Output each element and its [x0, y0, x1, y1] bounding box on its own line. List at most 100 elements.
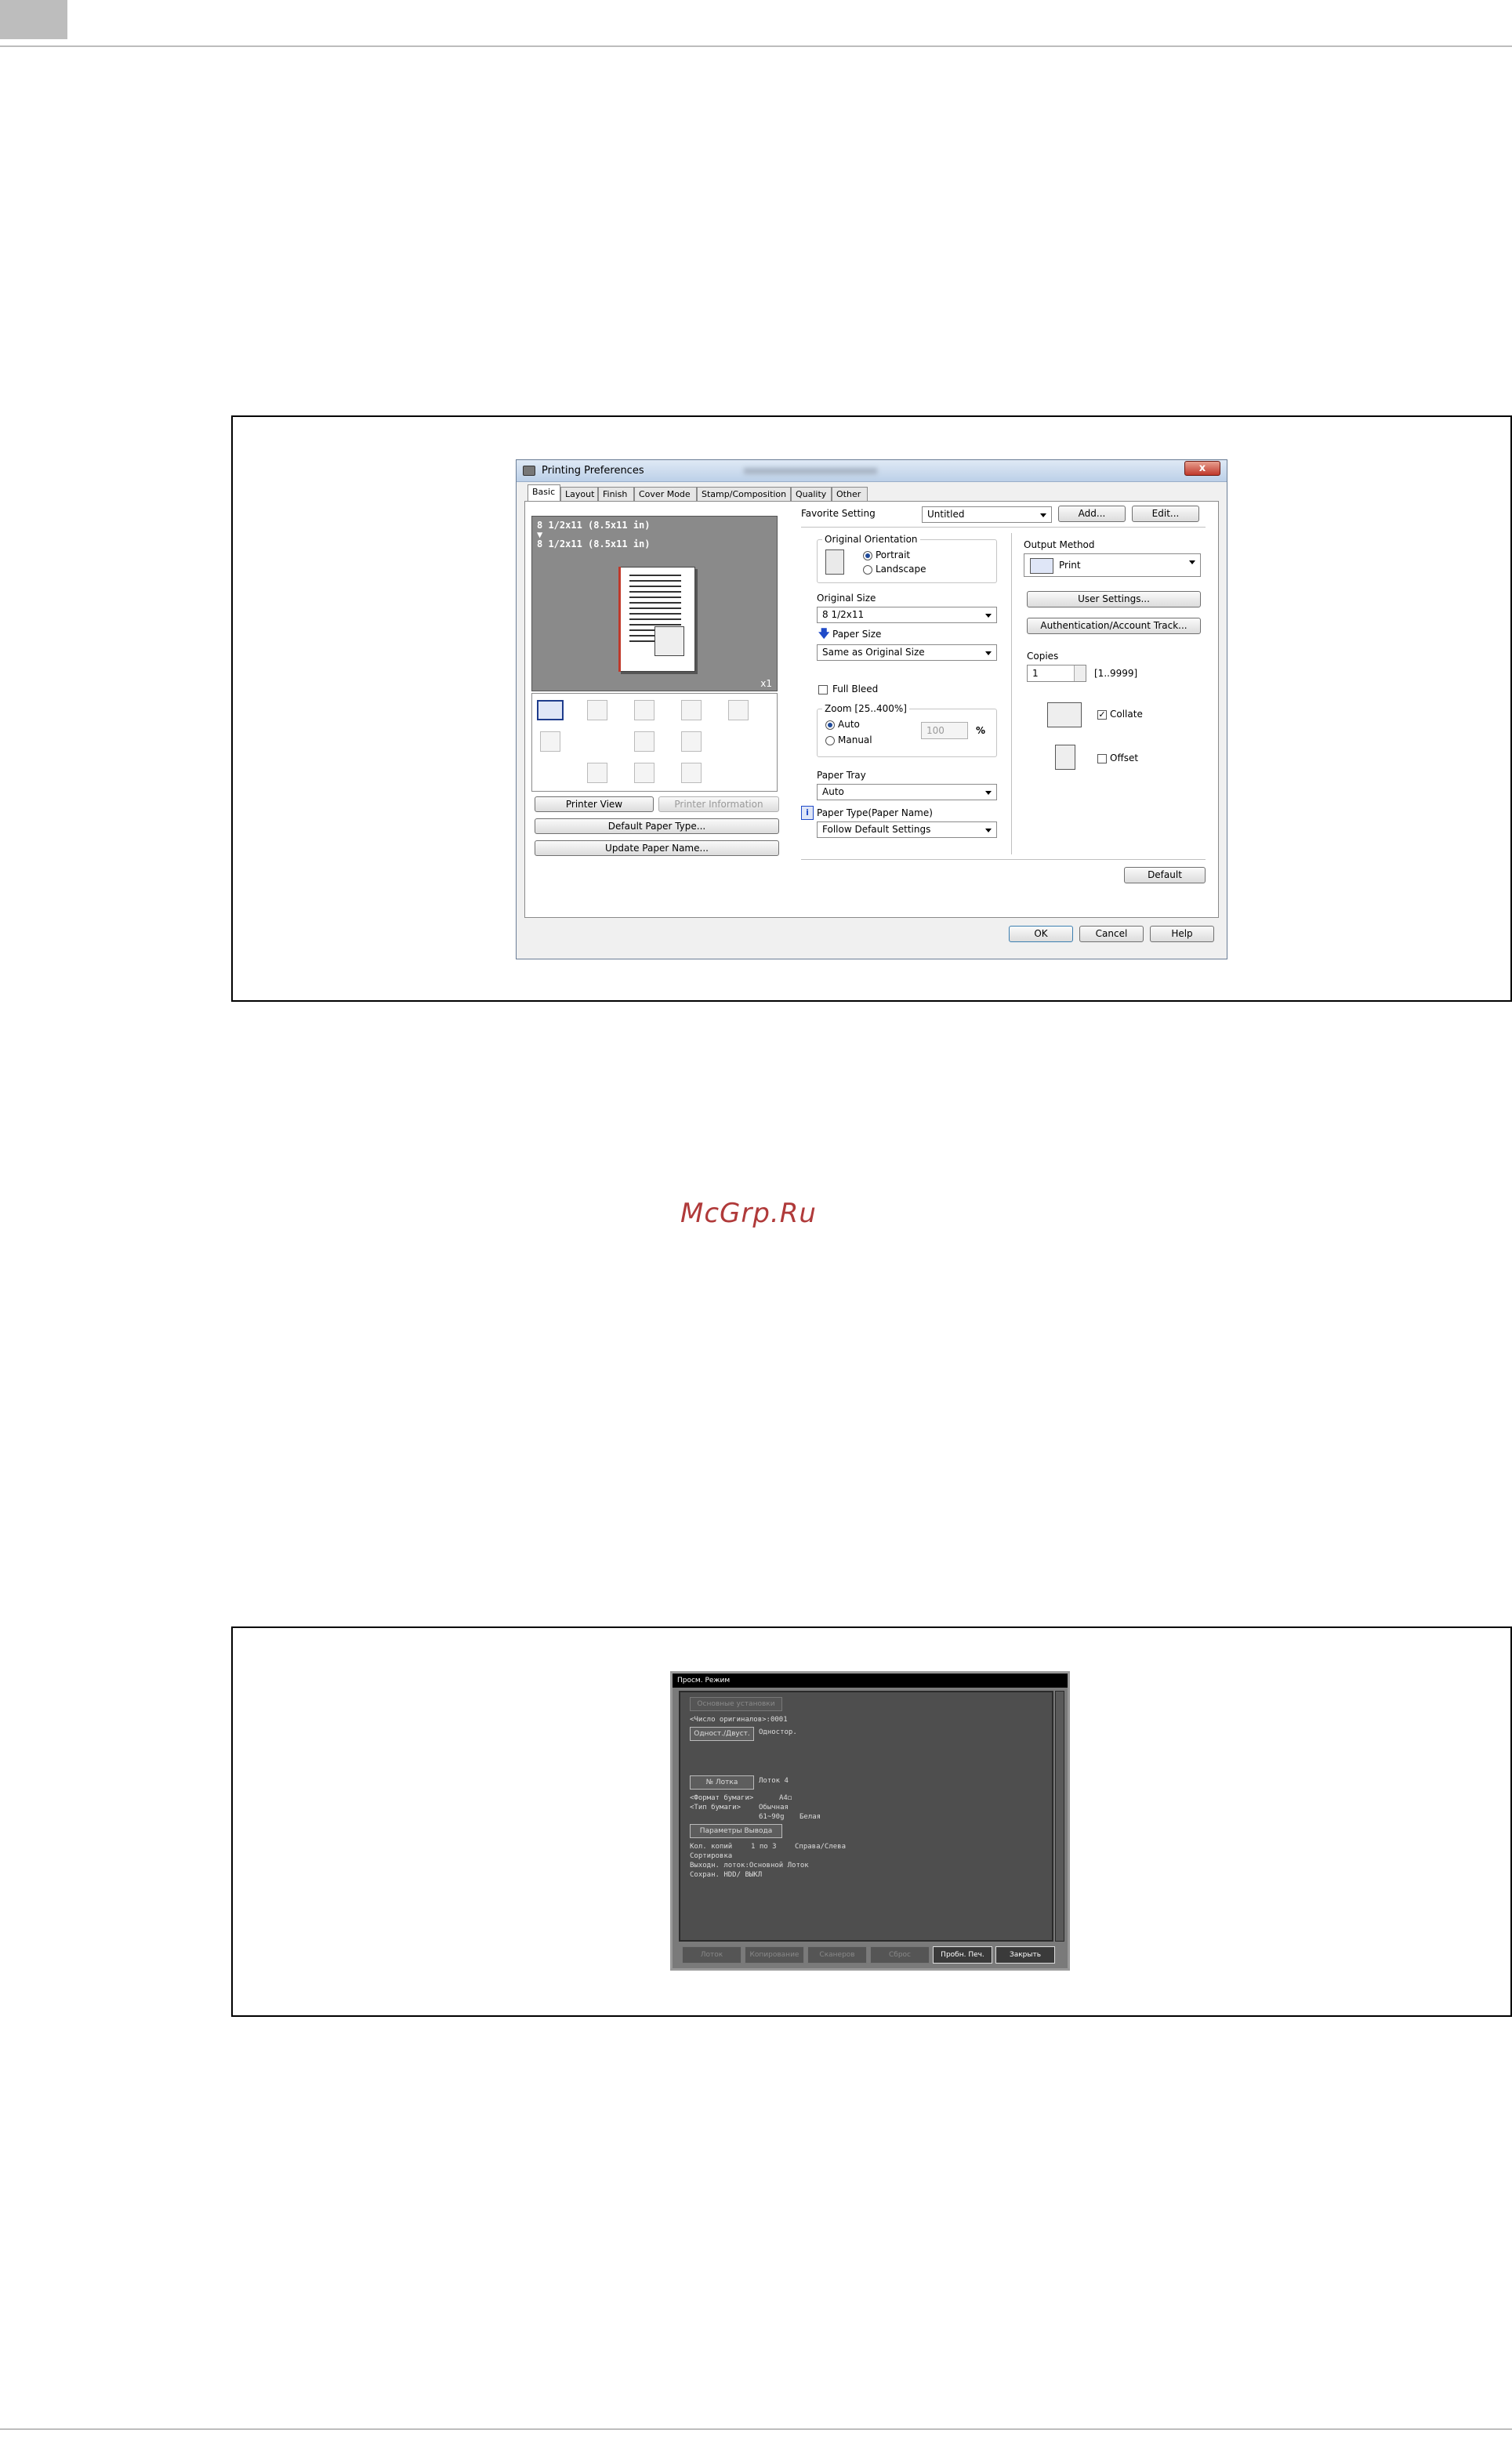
zoom-group: Zoom [25..400%] Auto Manual 100 % [817, 703, 997, 757]
full-bleed-label: Full Bleed [832, 684, 879, 694]
authentication-account-track-button[interactable]: Authentication/Account Track... [1027, 618, 1201, 634]
copies-spinner[interactable] [1074, 665, 1086, 681]
tab-finish[interactable]: Finish [598, 487, 634, 501]
favorite-setting-select[interactable]: Untitled [922, 506, 1052, 523]
zoom-manual-radio[interactable] [825, 736, 835, 745]
update-paper-name-button[interactable]: Update Paper Name... [535, 840, 779, 856]
sides-button[interactable]: Одност./Двуст. [690, 1727, 754, 1741]
zoom-auto-radio[interactable] [825, 720, 835, 730]
copies-range: [1..9999] [1094, 668, 1138, 679]
tab-other[interactable]: Other [832, 487, 868, 501]
cover-icon[interactable] [681, 763, 702, 783]
paper-size-label: <Формат бумаги> [690, 1794, 754, 1802]
page-preview: 8 1/2x11 (8.5x11 in) ▼ 8 1/2x11 (8.5x11 … [531, 516, 778, 691]
footer-scan-button[interactable]: Сканеров [807, 1946, 867, 1964]
printer-information-button[interactable]: Printer Information [658, 796, 779, 812]
fold-icon[interactable] [634, 763, 654, 783]
combine-icon[interactable] [681, 700, 702, 720]
panel-scrollbar[interactable] [1055, 1691, 1064, 1942]
original-size-select[interactable]: 8 1/2x11 [817, 607, 997, 623]
printer-view-button[interactable]: Printer View [535, 796, 654, 812]
orientation-icon[interactable] [634, 731, 654, 752]
column-divider [1011, 533, 1012, 854]
hdd-save: Сохран. HDD/ ВЫКЛ [690, 1871, 763, 1879]
sort-label: Сортировка [690, 1852, 733, 1860]
default-button[interactable]: Default [1124, 867, 1206, 883]
exit-tray: Выходн. лоток:Основной Лоток [690, 1862, 809, 1869]
paper-size-select[interactable]: Same as Original Size [817, 644, 997, 661]
paper-tray-select[interactable]: Auto [817, 784, 997, 800]
rotate-icon[interactable] [728, 700, 749, 720]
tab-stamp-composition[interactable]: Stamp/Composition [697, 487, 791, 501]
favorite-add-button[interactable]: Add... [1058, 506, 1126, 522]
paper-type-value: Обычная [759, 1804, 789, 1811]
zoom-value-input[interactable]: 100 [921, 722, 968, 739]
output-print-icon[interactable] [537, 700, 564, 720]
figure-frame-printing-preferences: Printing Preferences x Basic Layout Fini… [231, 415, 1512, 1002]
collate-checkbox[interactable]: ✓ [1097, 710, 1107, 720]
favorite-setting-label: Favorite Setting [801, 508, 876, 519]
zoom-auto-label: Auto [838, 719, 860, 730]
watermark: McGrp.Ru [680, 1198, 817, 1229]
control-panel-screen: Просм. Режим Основные установки <Число о… [670, 1671, 1070, 1971]
down-arrow-icon: 🡇 [818, 628, 830, 640]
offset-icon [1055, 745, 1075, 770]
footer-copy-button[interactable]: Копирование [745, 1946, 804, 1964]
sides-value: Одностор. [759, 1728, 797, 1736]
printer-icon [523, 466, 535, 476]
original-orientation-group: Original Orientation Portrait Landscape [817, 534, 997, 583]
user-settings-button[interactable]: User Settings... [1027, 591, 1201, 607]
paper-tray-label: Paper Tray [817, 770, 866, 781]
offset-checkbox[interactable] [1097, 754, 1107, 763]
basic-settings-button[interactable]: Основные установки [690, 1697, 782, 1711]
paper-weight-value: 61~90g [759, 1813, 785, 1821]
favorite-divider [801, 527, 1206, 528]
help-button[interactable]: Help [1150, 926, 1214, 942]
default-paper-type-button[interactable]: Default Paper Type... [535, 818, 779, 834]
preview-original-size: 8 1/2x11 (8.5x11 in) [537, 520, 651, 531]
tab-basic[interactable]: Basic [528, 484, 560, 502]
portrait-radio[interactable] [863, 551, 872, 560]
info-icon[interactable]: i [801, 806, 814, 820]
close-button[interactable]: x [1184, 461, 1220, 476]
footer-reset-button[interactable]: Сброс [870, 1946, 930, 1964]
zoom-unit: % [976, 725, 986, 736]
collate-icon [1047, 702, 1082, 727]
title-bar: Printing Preferences x [517, 460, 1227, 482]
dialog-title: Printing Preferences [542, 465, 644, 477]
paper-type-label: Paper Type(Paper Name) [817, 807, 933, 818]
paper-type-select[interactable]: Follow Default Settings [817, 821, 997, 838]
output-settings-button[interactable]: Параметры Вывода [690, 1824, 782, 1838]
full-bleed-checkbox[interactable] [818, 685, 828, 694]
favorite-edit-button[interactable]: Edit... [1132, 506, 1199, 522]
preview-paper-size: 8 1/2x11 (8.5x11 in) [537, 539, 651, 549]
basic-tab-pane: 8 1/2x11 (8.5x11 in) ▼ 8 1/2x11 (8.5x11 … [524, 501, 1219, 918]
tray-number-button[interactable]: № Лотка [690, 1775, 754, 1790]
booklet-icon[interactable] [634, 700, 654, 720]
output-direction: Справа/Слева [795, 1843, 847, 1851]
landscape-label: Landscape [876, 564, 926, 575]
page-corner-tab [0, 0, 67, 39]
originals-count: <Число оригиналов>:0001 [690, 1716, 788, 1724]
cancel-button[interactable]: Cancel [1079, 926, 1144, 942]
landscape-radio[interactable] [863, 565, 872, 575]
preview-binding-edge [618, 567, 621, 672]
tab-quality[interactable]: Quality [791, 487, 832, 501]
duplex-icon[interactable] [540, 731, 560, 752]
tab-cover-mode[interactable]: Cover Mode [634, 487, 697, 501]
footer-proof-print-button[interactable]: Пробн. Печ. [933, 1946, 992, 1964]
portrait-page-icon [825, 549, 844, 575]
paper-color-value: Белая [800, 1813, 821, 1821]
original-orientation-title: Original Orientation [822, 534, 920, 545]
stamp-icon[interactable] [587, 700, 607, 720]
output-method-label: Output Method [1024, 539, 1095, 550]
tab-layout[interactable]: Layout [560, 487, 598, 501]
footer-tray-button[interactable]: Лоток [682, 1946, 741, 1964]
staple-icon[interactable] [681, 731, 702, 752]
collate-label: Collate [1110, 709, 1143, 720]
ok-button[interactable]: OK [1009, 926, 1073, 942]
footer-close-button[interactable]: Закрыть [995, 1946, 1055, 1964]
punch-icon[interactable] [587, 763, 607, 783]
portrait-label: Portrait [876, 549, 911, 560]
print-output-icon [1030, 558, 1053, 574]
